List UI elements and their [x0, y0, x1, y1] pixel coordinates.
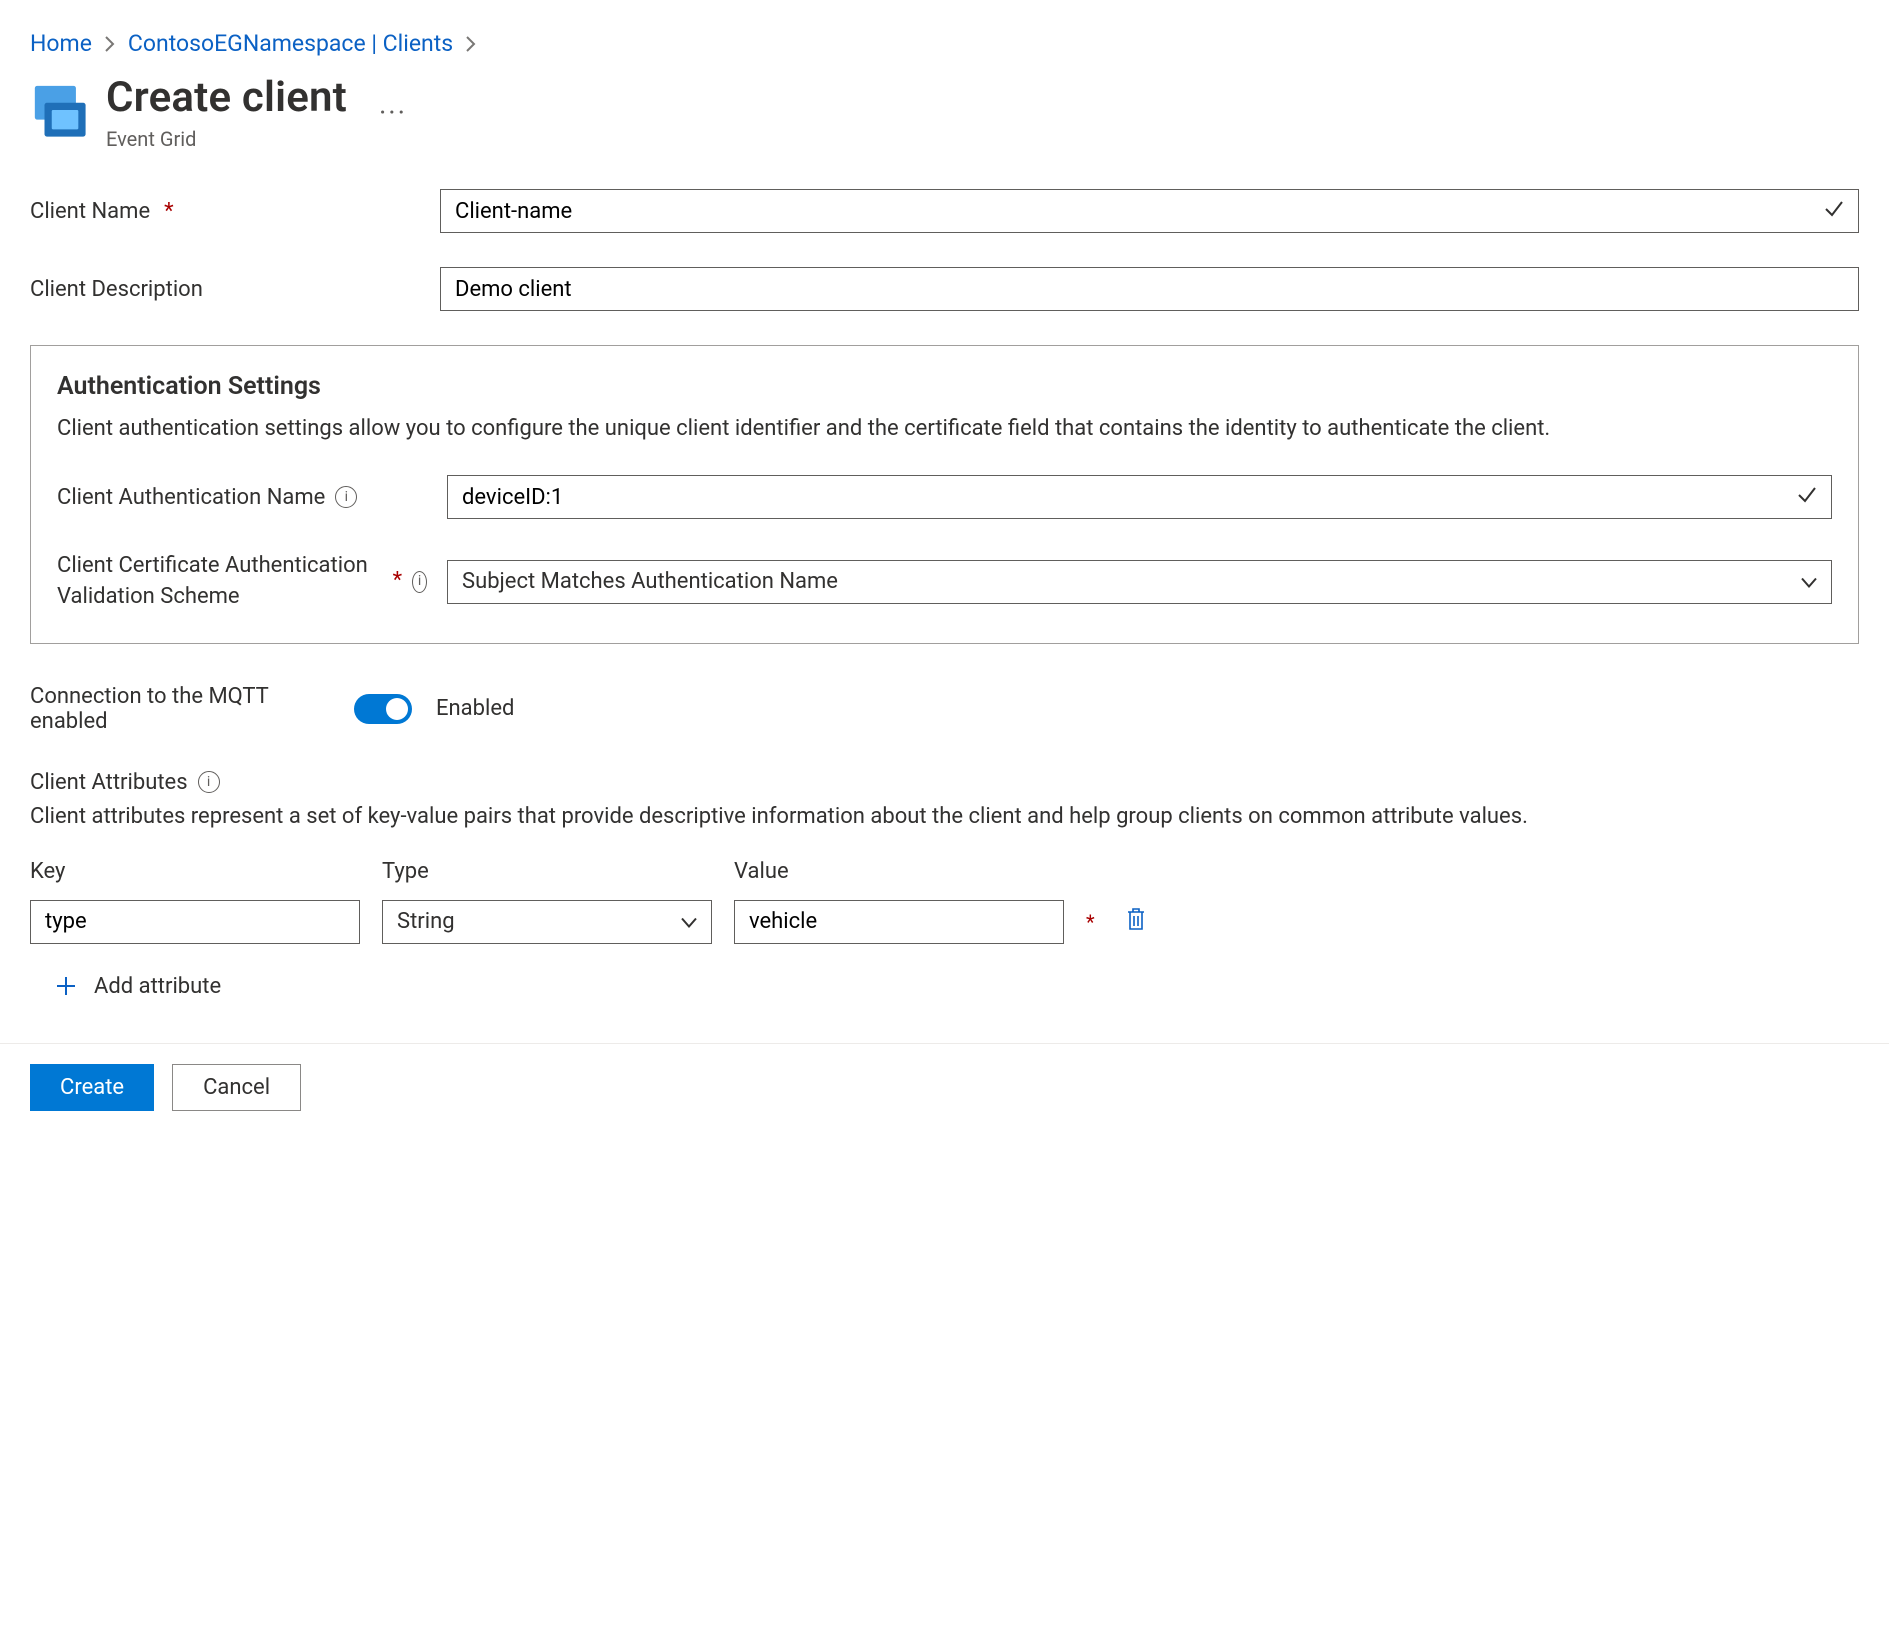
plus-icon [54, 974, 78, 998]
info-icon[interactable]: i [198, 771, 220, 793]
client-attributes-description: Client attributes represent a set of key… [30, 801, 1859, 833]
mqtt-label: Connection to the MQTT enabled [30, 684, 330, 734]
footer: Create Cancel [0, 1043, 1889, 1137]
attr-col-type: Type [382, 859, 712, 884]
attr-col-value: Value [734, 859, 1064, 884]
auth-scheme-label: Client Certificate Authentication Valida… [57, 551, 427, 613]
cancel-button[interactable]: Cancel [172, 1064, 301, 1111]
client-description-input[interactable] [440, 267, 1859, 311]
breadcrumb-home[interactable]: Home [30, 30, 92, 57]
info-icon[interactable]: i [335, 486, 357, 508]
breadcrumb-namespace-clients[interactable]: ContosoEGNamespace | Clients [128, 30, 453, 57]
page-subtitle: Event Grid [106, 127, 347, 151]
client-name-label: Client Name* [30, 199, 420, 224]
page-header: Create client Event Grid ··· [30, 75, 1859, 151]
more-actions-button[interactable]: ··· [379, 89, 407, 137]
attr-type-select[interactable]: String [382, 900, 712, 944]
auth-scheme-select[interactable]: Subject Matches Authentication Name [447, 560, 1832, 604]
add-attribute-button[interactable]: Add attribute [54, 974, 1859, 999]
attr-value-input[interactable] [734, 900, 1064, 944]
auth-name-input[interactable] [447, 475, 1832, 519]
info-icon[interactable]: i [412, 571, 427, 593]
authentication-settings-section: Authentication Settings Client authentic… [30, 345, 1859, 643]
trash-icon [1124, 906, 1148, 932]
chevron-right-icon [465, 35, 477, 53]
client-attributes-heading: Client Attributes [30, 770, 188, 795]
client-name-input[interactable] [440, 189, 1859, 233]
page-title: Create client [106, 75, 347, 121]
attr-key-input[interactable] [30, 900, 360, 944]
client-description-label: Client Description [30, 277, 420, 302]
mqtt-toggle[interactable] [354, 694, 412, 724]
add-attribute-label: Add attribute [94, 974, 221, 999]
auth-heading: Authentication Settings [57, 372, 1832, 401]
breadcrumb: Home ContosoEGNamespace | Clients [30, 30, 1859, 57]
chevron-right-icon [104, 35, 116, 53]
create-button[interactable]: Create [30, 1064, 154, 1111]
mqtt-state: Enabled [436, 696, 514, 721]
event-grid-icon [30, 81, 88, 139]
delete-attribute-button[interactable] [1124, 906, 1152, 938]
attr-col-key: Key [30, 859, 360, 884]
auth-name-label: Client Authentication Name i [57, 485, 427, 510]
auth-description: Client authentication settings allow you… [57, 413, 1832, 445]
required-indicator: * [1086, 910, 1102, 934]
